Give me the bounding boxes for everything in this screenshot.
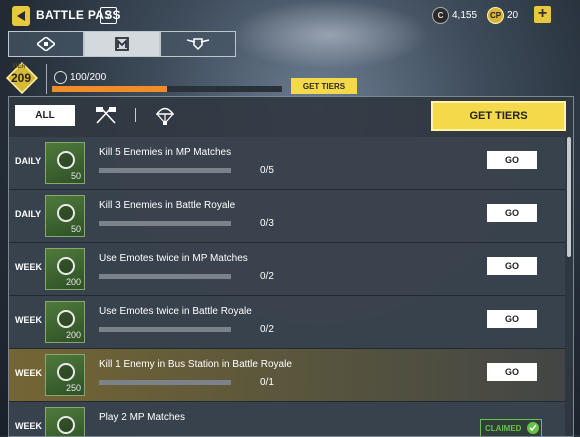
cod-points-value: 4,155: [452, 10, 478, 21]
go-button[interactable]: GO: [487, 151, 537, 169]
claimed-label: CLAIMED: [485, 423, 522, 433]
challenge-list: DAILY 50 Kill 5 Enemies in MP Matches 0/5 GO…: [9, 137, 565, 436]
xp-progress-text: 100/200: [70, 72, 107, 83]
cp-value: 20: [507, 10, 519, 21]
tab-shield-wings[interactable]: [160, 31, 236, 57]
challenge-progress-bar: [99, 168, 231, 173]
get-tiers-button[interactable]: GET TIERS: [431, 101, 566, 131]
challenge-reward-thumbnail: 50: [45, 142, 85, 184]
challenge-reward-thumbnail: 200: [45, 301, 85, 343]
xp-icon: [54, 71, 67, 84]
xp-progress-fill: [52, 86, 167, 92]
filter-divider: [135, 108, 136, 122]
challenge-row: WEEK 5 250 Kill 1 Enemy in Bus Station in …: [9, 349, 565, 402]
add-currency-button[interactable]: +: [534, 6, 551, 23]
challenge-progress-text: 0/3: [260, 218, 274, 229]
cp-coin-icon: CP: [487, 7, 504, 24]
challenge-xp: 50: [70, 171, 81, 181]
checkmark-icon: [527, 422, 539, 434]
xp-progress-bar: [52, 86, 282, 92]
challenges-panel: ALL GET TIERS DAILY 50 Kill 5 Enemies in M…: [8, 96, 574, 437]
help-button[interactable]: ?: [100, 7, 117, 24]
challenge-row: DAILY 50 Kill 3 Enemies in Battle Royale 0/…: [9, 190, 565, 243]
challenge-period: DAILY: [15, 156, 42, 166]
challenge-task: Kill 1 Enemy in Bus Station in Battle Ro…: [99, 359, 292, 370]
challenge-task: Use Emotes twice in MP Matches: [99, 253, 248, 264]
challenge-task: Use Emotes twice in Battle Royale: [99, 306, 252, 317]
go-button[interactable]: GO: [487, 257, 537, 275]
back-arrow-icon: [17, 11, 25, 21]
back-button[interactable]: [12, 6, 30, 26]
challenge-progress-text: 0/5: [260, 165, 274, 176]
filter-all-button[interactable]: ALL: [15, 105, 75, 126]
cod-points-balance: C 4,155: [432, 7, 477, 24]
challenge-progress-bar: [99, 327, 231, 332]
challenge-progress-bar: [99, 274, 231, 279]
challenge-task: Kill 3 Enemies in Battle Royale: [99, 200, 236, 211]
xp-emblem-icon: [57, 363, 75, 381]
background-sky: [230, 0, 430, 70]
claimed-badge: CLAIMED: [480, 419, 542, 436]
go-button[interactable]: GO: [487, 310, 537, 328]
go-button[interactable]: GO: [487, 363, 537, 381]
challenge-row: WEEK 5 200 Use Emotes twice in MP Matches 0…: [9, 243, 565, 296]
challenge-reward-thumbnail: 50: [45, 195, 85, 237]
challenge-progress-bar: [99, 221, 231, 226]
tier-label: TIER: [12, 64, 26, 70]
scrollbar[interactable]: [567, 137, 571, 257]
challenge-task: Play 2 MP Matches: [99, 412, 185, 423]
crossed-flags-icon[interactable]: [93, 106, 119, 124]
challenge-progress-bar: [99, 380, 231, 385]
challenge-reward-thumbnail: 200: [45, 248, 85, 290]
go-button[interactable]: GO: [487, 204, 537, 222]
xp-emblem-icon: [57, 204, 75, 222]
xp-emblem-icon: [57, 151, 75, 169]
challenge-progress-text: 0/1: [260, 377, 274, 388]
challenge-reward-thumbnail: [45, 407, 85, 436]
challenge-row: WEEK 1 Play 2 MP Matches CLAIMED: [9, 402, 565, 436]
cp-balance: CP 20: [487, 7, 518, 24]
xp-emblem-icon: [57, 416, 75, 434]
challenge-xp: 200: [65, 330, 81, 340]
tier-divider: [46, 64, 47, 94]
challenge-progress-text: 0/2: [260, 271, 274, 282]
tab-emblem[interactable]: [84, 31, 160, 57]
tab-dpad[interactable]: [8, 31, 84, 57]
cod-points-icon: C: [432, 7, 449, 24]
xp-emblem-icon: [57, 257, 75, 275]
tier-number: 209: [11, 71, 32, 85]
parachute-icon[interactable]: [156, 106, 174, 126]
challenge-xp: 50: [70, 224, 81, 234]
challenge-period: DAILY: [15, 209, 42, 219]
xp-emblem-icon: [57, 310, 75, 328]
challenge-row: DAILY 50 Kill 5 Enemies in MP Matches 0/5 GO: [9, 137, 565, 190]
challenge-xp: 250: [65, 383, 81, 393]
challenge-row: WEEK 5 200 Use Emotes twice in Battle Roya…: [9, 296, 565, 349]
dpad-icon: [37, 37, 55, 51]
shield-wings-icon: [186, 38, 210, 51]
challenge-xp: 200: [65, 277, 81, 287]
emblem-icon: [115, 37, 129, 51]
challenge-task: Kill 5 Enemies in MP Matches: [99, 147, 232, 158]
challenge-reward-thumbnail: 250: [45, 354, 85, 396]
get-tiers-button-small[interactable]: GET TIERS: [291, 78, 357, 94]
challenge-progress-text: 0/2: [260, 324, 274, 335]
filter-bar: ALL GET TIERS: [9, 97, 573, 135]
